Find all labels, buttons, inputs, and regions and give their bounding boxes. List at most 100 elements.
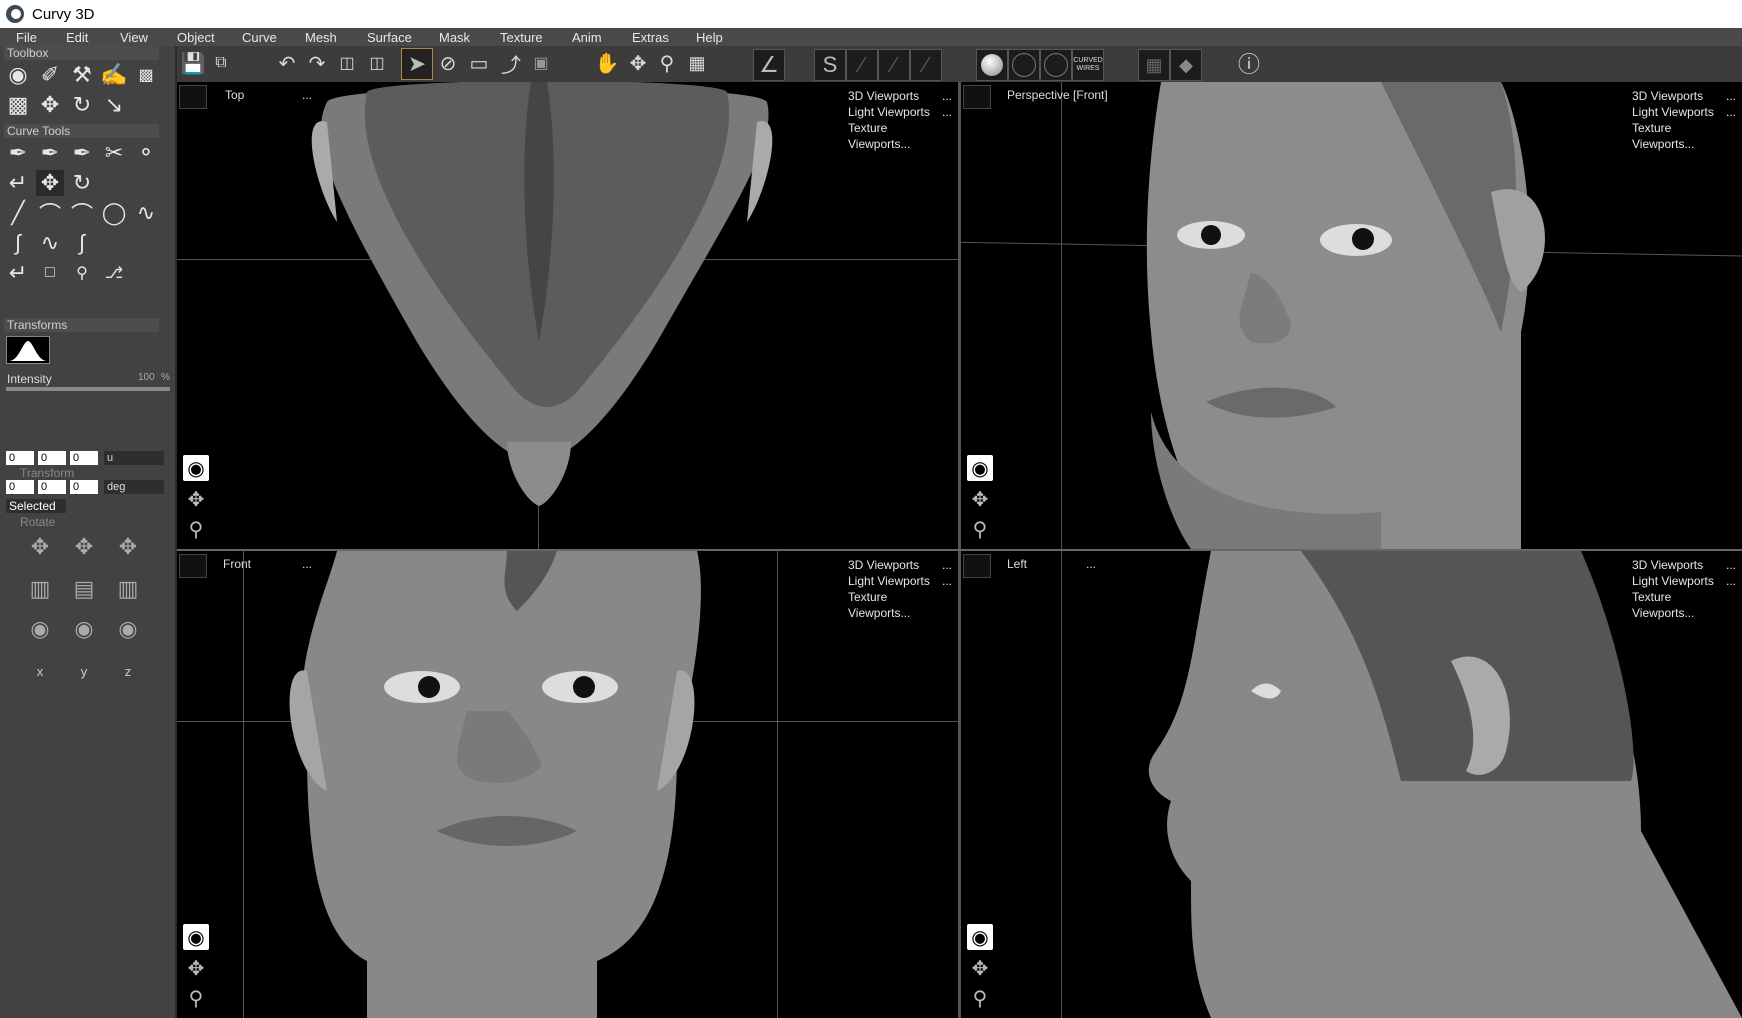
menu-mask[interactable]: Mask [439,30,470,45]
pen-remove-icon[interactable]: ✒ [68,140,96,166]
menu-extras[interactable]: Extras [632,30,669,45]
scissors-icon[interactable]: ✂ [100,140,128,166]
axis-x-move-icon[interactable]: ✥ [26,534,54,560]
curve-arc-icon[interactable]: ⌒ [68,200,96,227]
menu-view[interactable]: View [120,30,148,45]
menu-help[interactable]: Help [696,30,723,45]
menu-object[interactable]: Object [177,30,215,45]
paint-select-icon[interactable]: ▣ [527,49,555,77]
rotate-tool-icon[interactable]: ↻ [68,92,96,118]
help-icon[interactable]: ⓘ [1235,49,1263,77]
viewport-front-zoom-icon[interactable]: ⚲ [183,985,209,1011]
translate-x-field[interactable]: 0 [6,451,34,465]
move-point-icon[interactable]: ✥ [36,170,64,196]
menu-surface[interactable]: Surface [367,30,412,45]
menu-texture[interactable]: Texture [500,30,543,45]
spiral-icon[interactable]: ∫ [4,230,32,256]
scale-tool-icon[interactable]: ↘ [100,92,128,118]
zoom-icon[interactable]: ⚲ [653,49,681,77]
line-icon[interactable]: ╱ [4,200,32,226]
grid-view-icon[interactable]: ▦ [1138,49,1170,81]
viewport-perspective-focus-icon[interactable]: ◉ [967,455,993,481]
viewport-top-move-icon[interactable]: ✥ [183,486,209,512]
menu-anim[interactable]: Anim [572,30,602,45]
viewport-perspective-zoom-icon[interactable]: ⚲ [967,516,993,542]
connect-icon[interactable]: ↵ [4,170,32,196]
viewport-left-light-link[interactable]: Light Viewports [1632,573,1714,589]
node-icon[interactable]: □ [36,260,64,286]
viewport-top-3d-link[interactable]: 3D Viewports [848,88,919,104]
viewport-perspective-move-icon[interactable]: ✥ [967,486,993,512]
circle-icon[interactable]: ◯ [100,200,128,226]
s-curve-icon[interactable]: ∿ [132,200,160,226]
rotate-x-button[interactable]: x [26,658,54,684]
rotate-point-icon[interactable]: ↻ [68,170,96,196]
axis-x-scale-icon[interactable]: ▥ [26,576,54,602]
axis-z-move-icon[interactable]: ✥ [114,534,142,560]
undo-icon[interactable]: ↶ [273,49,301,77]
pen-add-icon[interactable]: ✒ [4,140,32,166]
viewport-perspective-texture-link[interactable]: Texture Viewports... [1632,120,1736,152]
menu-file[interactable]: File [16,30,37,45]
viewport-left-zoom-icon[interactable]: ⚲ [967,985,993,1011]
rotate-z-button[interactable]: z [114,658,142,684]
lasso-select-icon[interactable]: ⤴ [497,49,525,77]
axis-z-scale-icon[interactable]: ▥ [114,576,142,602]
axis-x-pivot-icon[interactable]: ◉ [26,616,54,642]
arc-icon[interactable]: ⌒ [36,200,64,227]
falloff-curve-icon[interactable] [6,336,50,364]
viewport-top[interactable]: Top ... 3D Viewports... Light Viewports.… [177,82,958,549]
translate-unit[interactable]: u [104,451,164,465]
curve-mode-2-icon[interactable]: ∕ [846,49,878,81]
diamond-view-icon[interactable]: ◆ [1170,49,1202,81]
shaded-sphere-icon[interactable] [976,49,1008,81]
pin-add-icon[interactable]: ⎇ [100,260,128,286]
viewport-top-light-link[interactable]: Light Viewports [848,104,930,120]
rotate-z-field[interactable]: 0 [70,480,98,494]
deselect-icon[interactable]: ⊘ [434,49,462,77]
move-view-icon[interactable]: ✥ [624,49,652,77]
paint-icon[interactable]: ✍ [100,62,128,88]
axis-z-pivot-icon[interactable]: ◉ [114,616,142,642]
viewport-left[interactable]: Left ... 3D Viewports... Light Viewports… [961,551,1742,1018]
select-arrow-icon[interactable]: ➤ [401,48,433,80]
viewport-front-3d-link[interactable]: 3D Viewports [848,557,919,573]
translate-y-field[interactable]: 0 [38,451,66,465]
pan-hand-icon[interactable]: ✋ [593,49,621,77]
rotate-y-button[interactable]: y [70,658,98,684]
move-tool-icon[interactable]: ✥ [36,92,64,118]
pen-icon[interactable]: ✒ [36,140,64,166]
viewport-front-focus-icon[interactable]: ◉ [183,924,209,950]
viewport-front[interactable]: Front ... 3D Viewports... Light Viewport… [177,551,958,1018]
viewport-front-light-link[interactable]: Light Viewports [848,573,930,589]
selected-dropdown[interactable]: Selected [6,499,66,513]
paste-icon[interactable]: ◫ [363,49,391,77]
pin-icon[interactable]: ⚲ [68,260,96,286]
viewport-front-options[interactable]: ... [302,557,312,571]
viewport-front-move-icon[interactable]: ✥ [183,955,209,981]
rotate-unit[interactable]: deg [104,480,164,494]
path-icon[interactable]: ↵ [4,260,32,286]
curved-wires-button[interactable]: CURVED WIRES [1072,49,1104,81]
viewport-left-focus-icon[interactable]: ◉ [967,924,993,950]
viewport-top-texture-link[interactable]: Texture Viewports... [848,120,952,152]
viewport-top-zoom-icon[interactable]: ⚲ [183,516,209,542]
cube-icon[interactable]: ▩ [4,92,32,118]
viewport-perspective[interactable]: Perspective [Front] 3D Viewports... Ligh… [961,82,1742,549]
wire-sphere-icon[interactable] [1008,49,1040,81]
axis-y-pivot-icon[interactable]: ◉ [70,616,98,642]
redo-icon[interactable]: ↷ [303,49,331,77]
rect-select-icon[interactable]: ▭ [465,49,493,77]
intensity-slider[interactable] [6,387,170,391]
branch-icon[interactable]: ∫ [68,230,96,256]
viewport-left-texture-link[interactable]: Texture Viewports... [1632,589,1736,621]
copy-icon[interactable]: ◫ [333,49,361,77]
translate-z-field[interactable]: 0 [70,451,98,465]
measure-icon[interactable]: ∠ [753,49,785,81]
axis-y-scale-icon[interactable]: ▤ [70,576,98,602]
menu-curve[interactable]: Curve [242,30,277,45]
viewport-left-options[interactable]: ... [1086,557,1096,571]
curve-mode-3-icon[interactable]: ∕ [878,49,910,81]
rotate-x-field[interactable]: 0 [6,480,34,494]
curve-mode-icon[interactable]: S [814,49,846,81]
